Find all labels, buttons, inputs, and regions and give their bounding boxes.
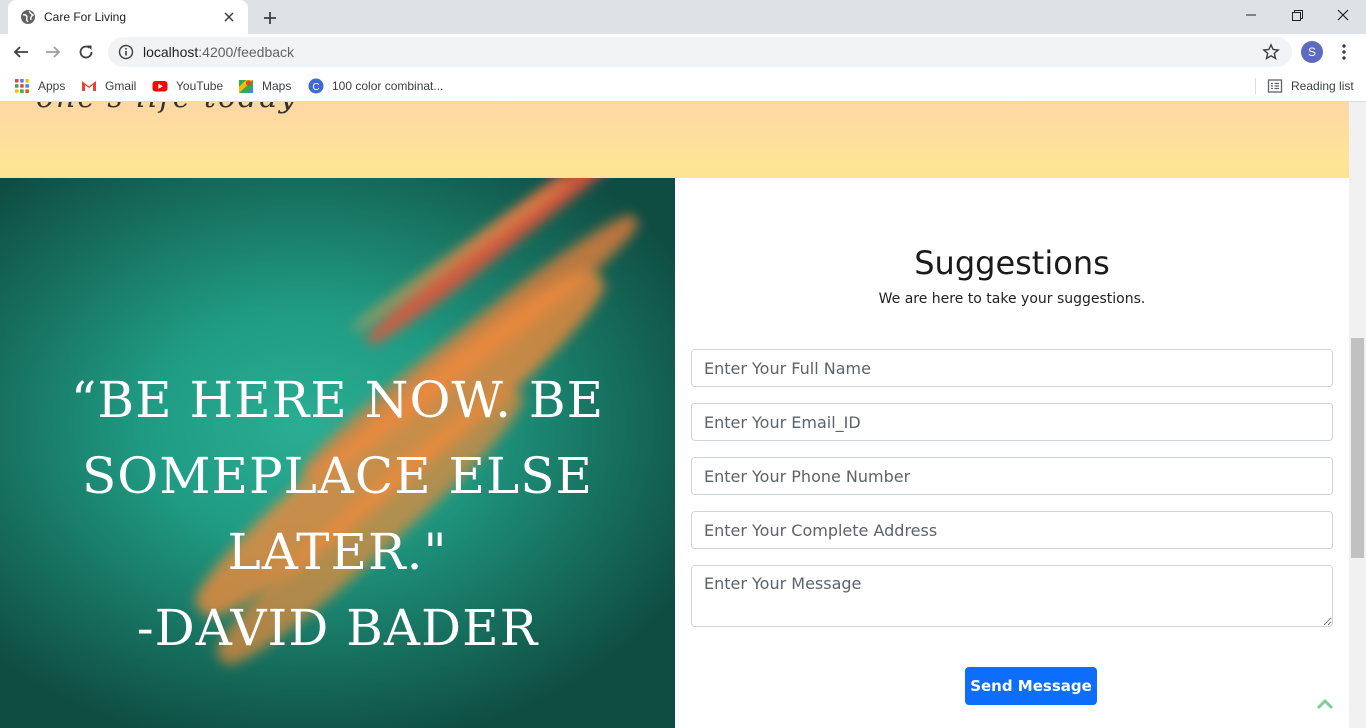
new-tab-icon[interactable]: [259, 7, 281, 29]
maps-icon: [238, 78, 254, 94]
bookmark-label: Apps: [38, 79, 66, 93]
reading-list-button[interactable]: Reading list: [1267, 74, 1354, 98]
tab-title: Care For Living: [44, 10, 127, 24]
scrollbar-thumb[interactable]: [1351, 338, 1364, 558]
phone-field[interactable]: [691, 457, 1333, 495]
color-site-icon: C: [308, 78, 324, 94]
bookmarks-separator: [1255, 78, 1256, 94]
close-tab-icon[interactable]: [220, 8, 238, 26]
bookmark-apps[interactable]: Apps: [14, 74, 65, 98]
send-message-button[interactable]: Send Message: [965, 667, 1097, 705]
url-text: localhost:4200/feedback: [143, 44, 295, 60]
message-field[interactable]: [691, 565, 1333, 627]
quote-line: someplace else later.": [82, 447, 593, 581]
browser-toolbar: localhost:4200/feedback S: [0, 34, 1366, 70]
svg-text:C: C: [312, 82, 319, 93]
bookmark-color-combinations[interactable]: C 100 color combinat...: [308, 74, 443, 98]
page-scrollbar[interactable]: [1349, 102, 1366, 728]
bookmarks-bar: Apps Gmail YouTube Maps C 100 color comb…: [0, 70, 1366, 102]
profile-avatar[interactable]: S: [1301, 41, 1323, 63]
apps-grid-icon: [14, 78, 30, 94]
email-field[interactable]: [691, 403, 1333, 441]
info-icon[interactable]: [118, 44, 134, 60]
quote-text: “Be here now. Be someplace else later." …: [0, 362, 675, 666]
globe-icon: [20, 9, 36, 25]
quote-author: -David Bader: [136, 599, 539, 657]
forward-arrow-icon[interactable]: [39, 38, 67, 66]
quote-line: “Be here now. Be: [70, 371, 605, 429]
form-title: Suggestions: [914, 244, 1110, 282]
suggestions-form: Suggestions We are here to take your sug…: [675, 178, 1349, 728]
restore-icon[interactable]: [1274, 0, 1320, 30]
quote-panel: “Be here now. Be someplace else later." …: [0, 178, 675, 728]
bookmark-maps[interactable]: Maps: [238, 74, 291, 98]
bookmark-youtube[interactable]: YouTube: [152, 74, 223, 98]
youtube-icon: [152, 78, 168, 94]
full-name-field[interactable]: [691, 349, 1333, 387]
scroll-to-top-icon[interactable]: [1313, 694, 1337, 714]
reading-list-label: Reading list: [1291, 79, 1354, 93]
gmail-icon: [81, 78, 97, 94]
bookmark-label: Gmail: [105, 79, 137, 93]
bookmark-label: YouTube: [176, 79, 224, 93]
bookmark-star-icon[interactable]: [1262, 43, 1280, 61]
back-arrow-icon[interactable]: [7, 38, 35, 66]
address-field[interactable]: [691, 511, 1333, 549]
reading-list-icon: [1267, 78, 1283, 94]
close-window-icon[interactable]: [1320, 0, 1366, 30]
menu-dots-icon[interactable]: [1336, 42, 1352, 62]
minimize-icon[interactable]: [1228, 0, 1274, 30]
banner-heading: one's life today: [36, 102, 298, 115]
address-bar[interactable]: localhost:4200/feedback: [108, 37, 1292, 67]
bookmark-label: 100 color combinat...: [332, 79, 444, 93]
top-banner: one's life today: [0, 102, 1349, 178]
tab-strip: Care For Living: [0, 0, 1366, 34]
browser-tab[interactable]: Care For Living: [8, 0, 248, 34]
form-subtitle: We are here to take your suggestions.: [878, 291, 1146, 307]
bookmark-label: Maps: [262, 79, 292, 93]
page-viewport: one's life today “Be here now. Be somepl…: [0, 102, 1349, 728]
bookmark-gmail[interactable]: Gmail: [81, 74, 136, 98]
reload-icon[interactable]: [72, 38, 100, 66]
